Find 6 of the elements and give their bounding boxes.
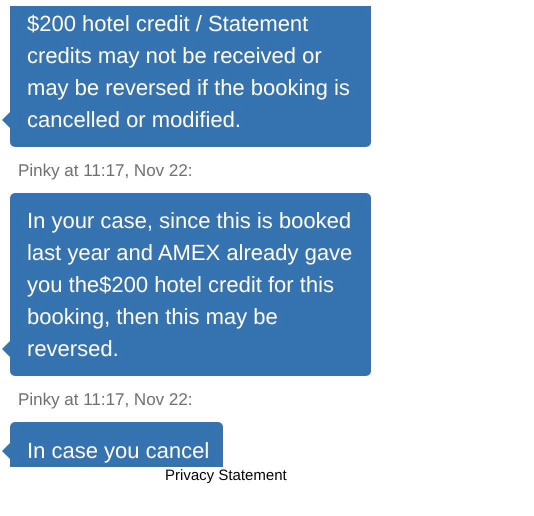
message-timestamp: Pinky at 11:17, Nov 22: [18,390,193,410]
message-text: In your case, since this is booked last year and AMEX already gave you the$200 hotel credit for this booking, then this may be reversed. [27,208,352,361]
message-timestamp: Pinky at 11:17, Nov 22: [18,161,193,181]
privacy-statement-link[interactable]: Privacy Statement [165,467,287,485]
message-text: $200 hotel credit / Statement credits may not be received or may be reversed if the booking is cancelled or modified. [27,11,350,132]
message-text: In case you cancel [27,438,210,463]
